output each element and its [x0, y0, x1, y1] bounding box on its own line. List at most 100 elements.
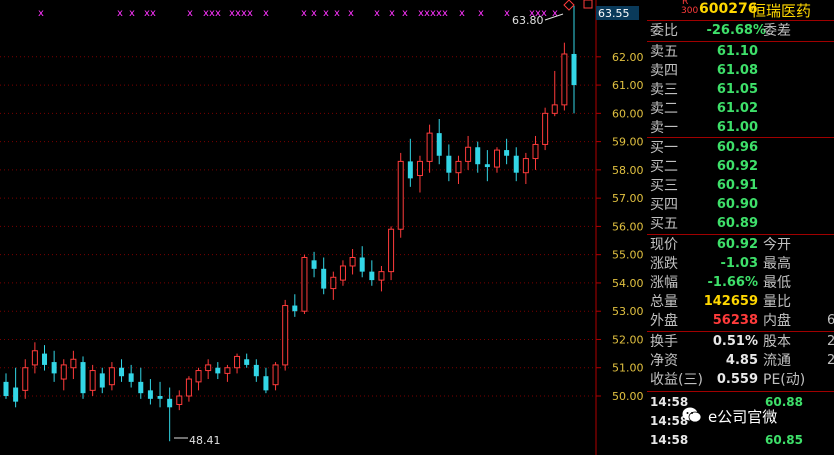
quote-row: 外盘 56238 内盘 6: [647, 312, 834, 330]
flag-index: 300: [681, 6, 699, 16]
candle-body: [561, 53, 568, 106]
quote-row-label2: 内盘: [763, 313, 791, 329]
quote-row-label: 涨幅: [650, 275, 678, 291]
tick-time: 14:58: [650, 433, 689, 447]
bid-level-value: 60.91: [716, 178, 758, 193]
candle-body: [416, 160, 423, 177]
candle-body: [253, 364, 259, 377]
stat-row: 换手 0.51% 股本 2: [647, 333, 834, 351]
signal-marker: x: [38, 8, 44, 19]
bid-level-value: 60.89: [716, 216, 758, 231]
signal-marker: x: [263, 8, 269, 19]
signal-marker: x: [348, 8, 354, 19]
ratio-label: 委比: [650, 23, 678, 39]
signal-marker: x: [187, 8, 193, 19]
quote-row-value: -1.03: [720, 256, 758, 271]
bid-level-value: 60.92: [716, 159, 758, 174]
separator: [647, 391, 834, 392]
candle-body: [99, 373, 105, 388]
candle-body: [176, 395, 183, 405]
stat-row-value2: 2: [827, 334, 834, 349]
stat-row-value2: 2: [827, 353, 834, 368]
candle-body: [339, 265, 346, 281]
candle-body: [475, 147, 481, 165]
y-tick-label: 52.00: [612, 333, 644, 346]
stock-code: 600276: [699, 1, 758, 17]
candle-body: [22, 367, 29, 391]
signal-marker: x: [389, 8, 395, 19]
ask-level-value: 61.02: [716, 101, 758, 116]
candle-body: [244, 359, 250, 365]
ask-level: 卖四 61.08: [647, 62, 834, 80]
signal-marker: x: [247, 8, 253, 19]
bid-level-label: 买一: [650, 140, 678, 156]
candle-body: [167, 398, 173, 408]
bid-level: 买一 60.96: [647, 139, 834, 157]
y-tick-label: 56.00: [612, 220, 644, 233]
candle-body: [359, 257, 365, 272]
stat-row-label2: 股本: [763, 334, 791, 350]
signal-marker: x: [301, 8, 307, 19]
signal-marker: x: [117, 8, 123, 19]
candle-body: [89, 370, 96, 391]
candle-body: [493, 149, 500, 168]
signal-marker: x: [129, 8, 135, 19]
candle-body: [330, 276, 337, 290]
candle-body: [138, 381, 144, 394]
ask-level: 卖三 61.05: [647, 81, 834, 99]
candlestick-chart[interactable]: xxxxxxxxxxxxxxxxxxxxxxxxxxxxxxxxxx 62.00…: [0, 0, 647, 455]
bid-level-label: 买五: [650, 216, 678, 232]
ask-level-value: 61.05: [716, 82, 758, 97]
quote-row-label: 总量: [650, 294, 678, 310]
candle-body: [263, 376, 269, 391]
ask-level: 卖五 61.10: [647, 43, 834, 61]
candle-body: [455, 160, 462, 174]
bid-level: 买四 60.90: [647, 196, 834, 214]
ask-level: 卖一 61.00: [647, 119, 834, 137]
wechat-icon: [682, 406, 702, 424]
candle-body: [551, 104, 558, 114]
candle-body: [397, 160, 404, 230]
y-tick-label: 58.00: [612, 164, 644, 177]
quote-row: 总量 142659 量比: [647, 293, 834, 311]
watermark: e公司官微: [682, 404, 812, 432]
tick-row[interactable]: 14:58 60.85: [647, 431, 834, 449]
ratio-label2: 委差: [763, 23, 791, 39]
candle-body: [426, 132, 433, 162]
quote-row-value: -1.66%: [707, 275, 759, 290]
candle-body: [282, 305, 289, 366]
separator: [647, 137, 834, 138]
candle-body: [542, 112, 549, 145]
candle-body: [465, 146, 472, 162]
candle-body: [51, 362, 57, 374]
bid-level: 买二 60.92: [647, 158, 834, 176]
signal-marker: x: [442, 8, 448, 19]
signal-marker: x: [478, 8, 484, 19]
candle-body: [80, 362, 86, 394]
stat-row-value: 0.51%: [712, 334, 758, 349]
scroll-box-icon[interactable]: [583, 0, 593, 9]
candle-body: [3, 381, 9, 396]
candle-body: [378, 271, 385, 281]
candle-body: [31, 350, 38, 366]
separator: [647, 234, 834, 235]
ask-level-label: 卖二: [650, 101, 678, 117]
y-tick-label: 51.00: [612, 362, 644, 375]
y-tick-label: 55.00: [612, 249, 644, 262]
y-tick-label: 50.00: [612, 390, 644, 403]
quote-panel: R 300 600276 恒瑞医药 委比 -26.68% 委差 卖五 61.10 卖…: [647, 0, 834, 455]
signal-marker: x: [459, 8, 465, 19]
bid-level-label: 买三: [650, 178, 678, 194]
scroll-diamond-icon[interactable]: [563, 0, 575, 11]
quote-row-label2: 最高: [763, 256, 791, 272]
candle-body: [292, 305, 298, 312]
separator: [647, 41, 834, 42]
stat-row-label2: PE(动): [763, 372, 806, 388]
candle-body: [185, 378, 192, 397]
stock-header: R 300 600276 恒瑞医药: [647, 0, 834, 20]
ask-level-value: 61.08: [716, 63, 758, 78]
quote-row-label: 外盘: [650, 313, 678, 329]
candle-body: [224, 367, 231, 374]
y-tick-label: 57.00: [612, 192, 644, 205]
candle-body: [388, 228, 395, 273]
